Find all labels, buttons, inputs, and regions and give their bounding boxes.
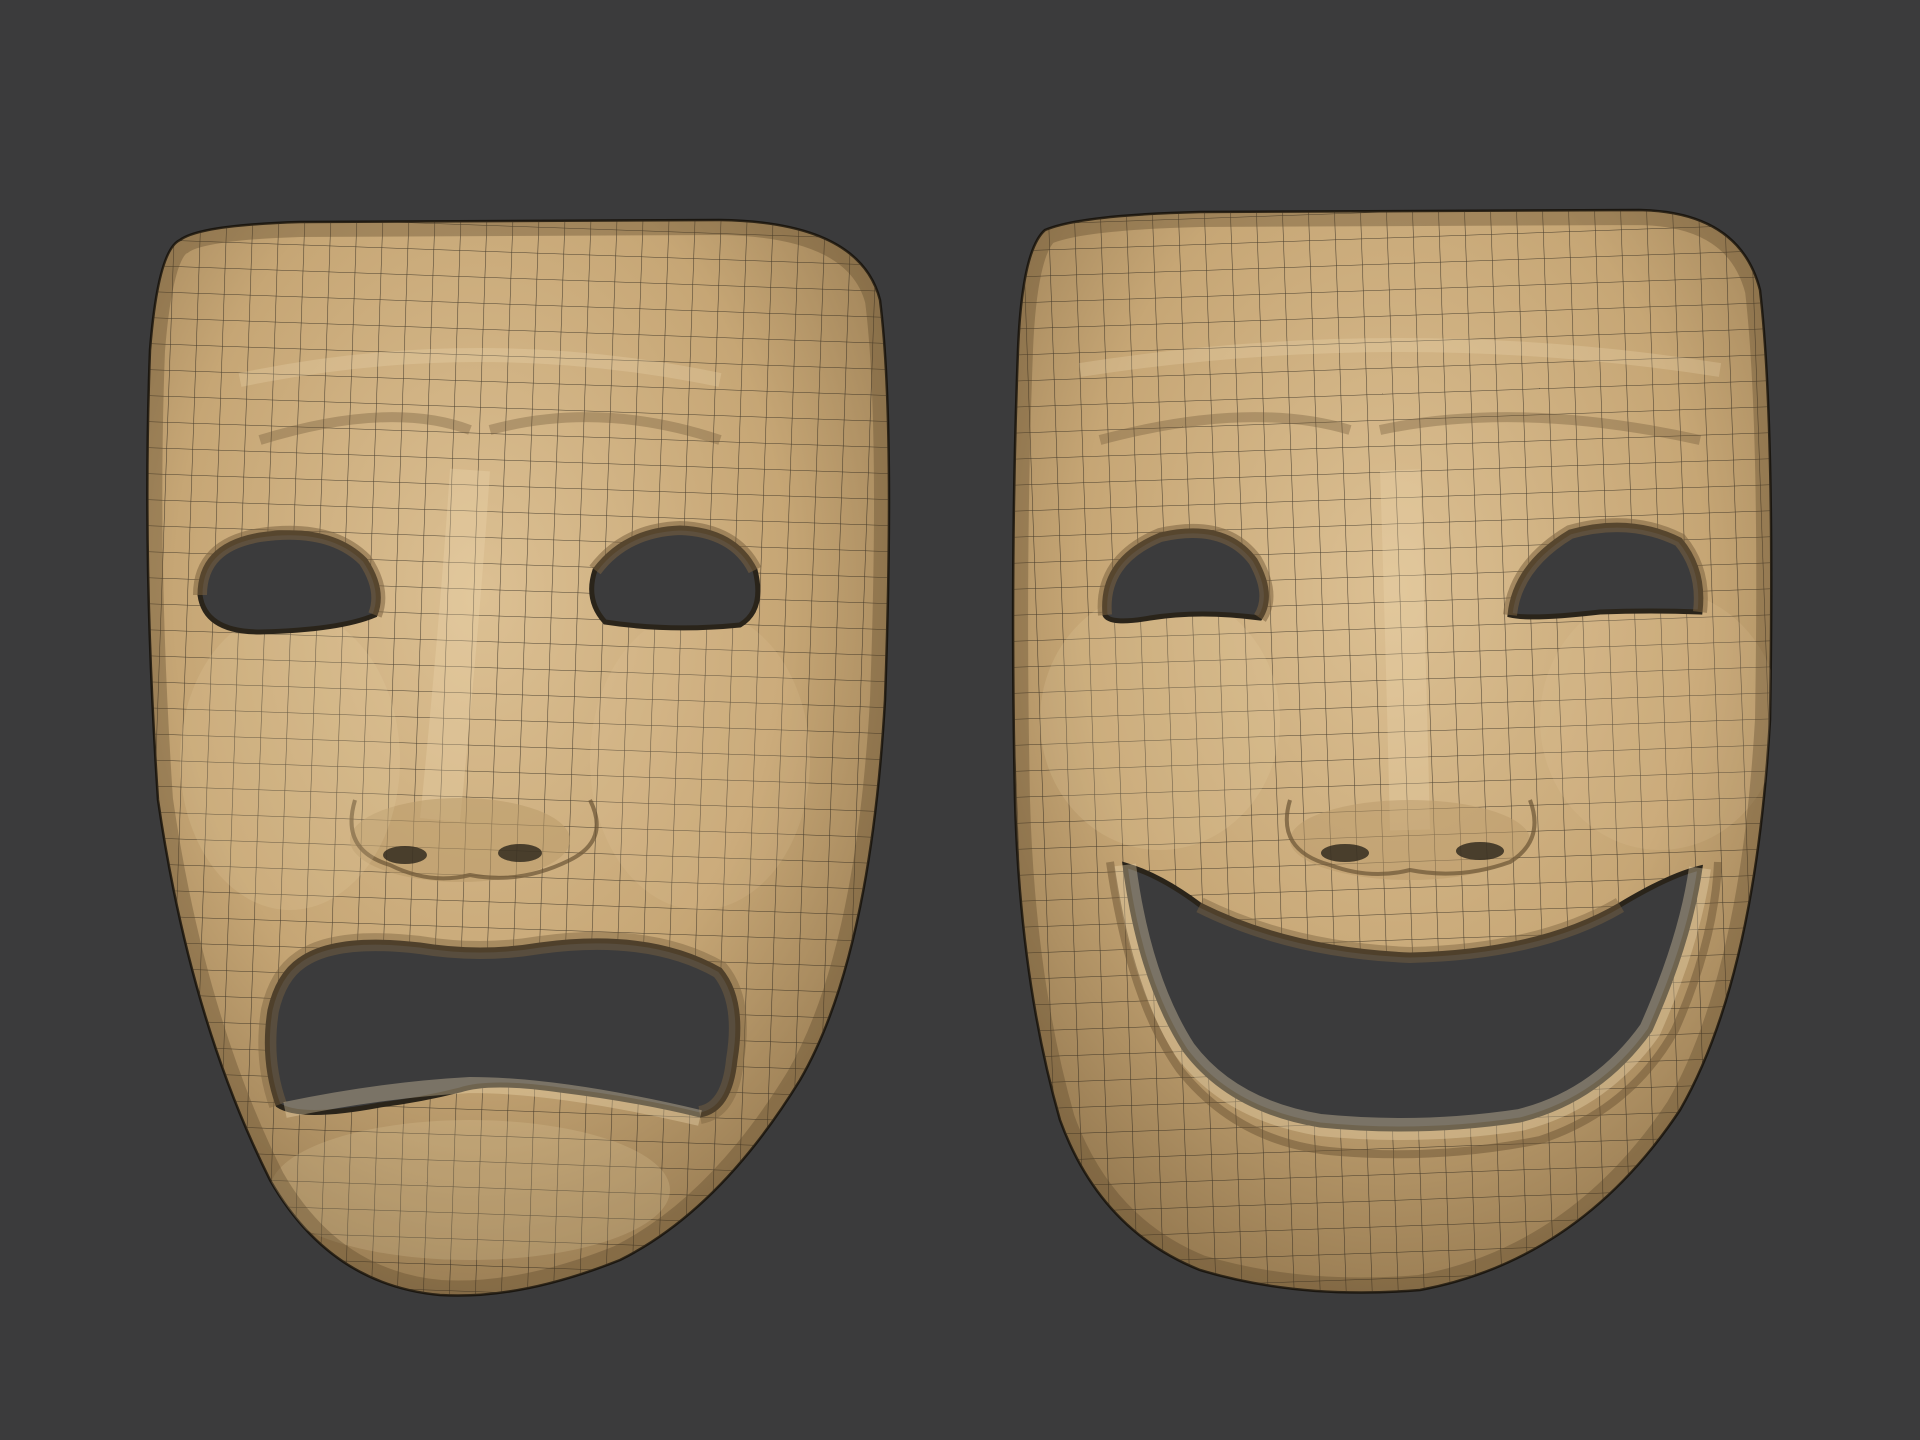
viewport-canvas: [0, 0, 1920, 1440]
masks-render: [0, 0, 1920, 1440]
